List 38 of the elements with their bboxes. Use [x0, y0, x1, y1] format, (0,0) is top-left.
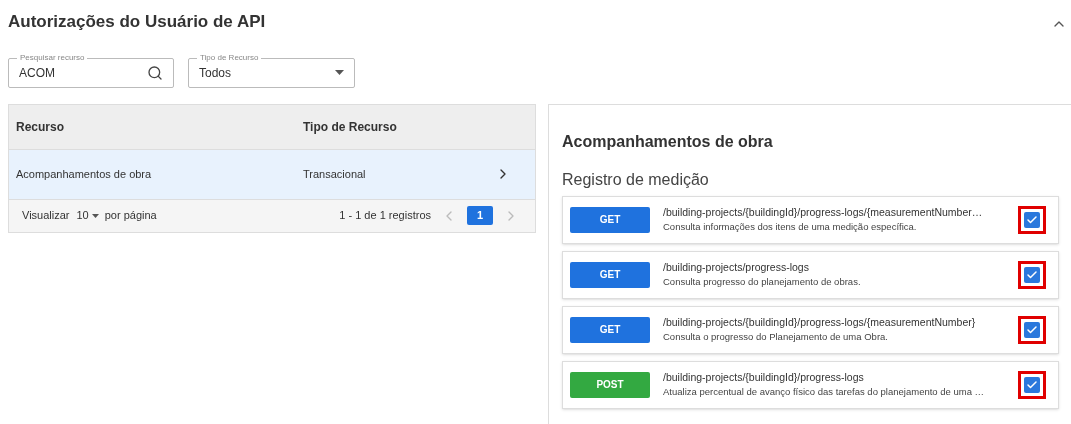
section-title: Registro de medição	[562, 169, 710, 190]
endpoint-description: Consulta progresso do planejamento de obras.	[663, 275, 862, 290]
search-value: ACOM	[19, 64, 56, 82]
check-icon	[1026, 378, 1038, 391]
method-badge: POST	[570, 371, 650, 398]
check-icon	[1026, 268, 1038, 281]
endpoint-description: Consulta o progresso do Planejamento de uma Obra.	[663, 330, 889, 345]
check-icon	[1026, 213, 1038, 226]
page-button[interactable]: 1	[467, 206, 493, 225]
method-badge: GET	[570, 261, 650, 288]
search-icon[interactable]	[147, 64, 163, 81]
select-value: Todos	[199, 64, 233, 82]
page-size-select[interactable]: 10	[76, 207, 99, 224]
endpoint-path: /building-projects/progress-logs	[663, 259, 810, 275]
table-row[interactable]: Acompanhamentos de obra Transacional	[9, 149, 535, 200]
checkbox[interactable]	[1024, 266, 1040, 283]
show-label: Visualizar	[22, 208, 70, 224]
per-page-label: por página	[104, 208, 158, 224]
caret-icon	[91, 213, 99, 218]
endpoint-path: /building-projects/{buildingId}/progress-logs/{measurementNumber…	[663, 204, 984, 220]
column-header: Tipo de Recurso	[303, 118, 397, 136]
checkbox[interactable]	[1024, 211, 1040, 228]
method-badge: GET	[570, 206, 650, 233]
endpoint-path: /building-projects/{buildingId}/progress-logs/{measurementNumber}	[663, 314, 977, 330]
record-count: 1 - 1 de 1 registros	[339, 208, 431, 224]
checkbox[interactable]	[1024, 321, 1040, 338]
checkbox[interactable]	[1024, 376, 1040, 393]
endpoint-description: Consulta informações dos itens de uma medição específica.	[663, 220, 918, 235]
column-header: Recurso	[15, 118, 66, 136]
page-title: Autorizações do Usuário de API	[8, 11, 266, 33]
table-cell-text: Acompanhamentos de obra	[15, 166, 153, 182]
detail-title: Acompanhamentos de obra	[562, 131, 774, 152]
endpoint-description: Atualiza percentual de avanço físico das tarefas do planejamento de uma …	[663, 385, 986, 400]
endpoint-path: /building-projects/{buildingId}/progress-logs	[663, 369, 865, 385]
dropdown-caret-icon	[335, 70, 344, 75]
check-icon	[1026, 323, 1038, 336]
table-cell-text: Transacional	[303, 166, 367, 182]
method-badge: GET	[570, 316, 650, 343]
